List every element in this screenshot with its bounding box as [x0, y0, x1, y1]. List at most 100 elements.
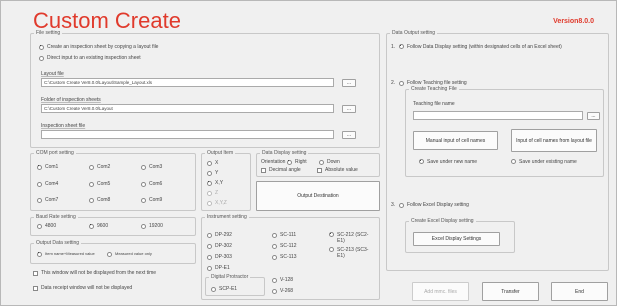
- instrument-option[interactable]: DP-E1: [207, 265, 230, 271]
- save-new-option[interactable]: Save under new name: [419, 159, 489, 165]
- receipt-checkbox[interactable]: [33, 285, 38, 291]
- receipt-option[interactable]: Data receipt window will not be displaye…: [33, 285, 132, 291]
- output-item-radio[interactable]: [207, 190, 212, 196]
- instrument-option[interactable]: DP-302: [207, 243, 232, 249]
- com-port-radio[interactable]: [37, 164, 42, 170]
- decimal-angle-option[interactable]: Decimal angle: [261, 167, 301, 173]
- instrument-radio[interactable]: [272, 243, 277, 249]
- com-port-option[interactable]: Com3: [141, 164, 162, 170]
- com-port-option[interactable]: Com1: [37, 164, 58, 170]
- instrument-radio[interactable]: [207, 232, 212, 238]
- folder-browse-button[interactable]: ...: [342, 105, 356, 113]
- output-item-radio[interactable]: [207, 160, 212, 166]
- v-item-radio[interactable]: [272, 277, 277, 283]
- com-port-option[interactable]: Com8: [89, 197, 110, 203]
- follow-data-display-option[interactable]: Follow Data Display setting (within desi…: [399, 44, 601, 50]
- com-port-radio[interactable]: [37, 181, 42, 187]
- baud-rate-radio[interactable]: [37, 223, 42, 229]
- com-port-option[interactable]: Com7: [37, 197, 58, 203]
- output-item-option[interactable]: X,Y: [207, 180, 223, 186]
- v-item-option[interactable]: V-268: [272, 288, 293, 294]
- save-existing-option[interactable]: Save under existing name: [511, 159, 591, 165]
- output-item-radio[interactable]: [207, 180, 212, 186]
- sheet-file-input[interactable]: [41, 130, 334, 139]
- instrument-radio[interactable]: [272, 232, 277, 238]
- instrument-option[interactable]: SC-212 (SC2-E1): [329, 232, 371, 244]
- com-port-option[interactable]: Com9: [141, 197, 162, 203]
- absolute-value-option[interactable]: Absolute value: [317, 167, 358, 173]
- follow-teaching-radio[interactable]: [399, 80, 404, 86]
- layout-input-button[interactable]: Input of cell names from layout file: [511, 129, 597, 152]
- folder-input[interactable]: C:\Custom Create Ver8.0.0\Layout: [41, 104, 334, 113]
- com-port-radio[interactable]: [37, 197, 42, 203]
- output-item-option[interactable]: X,Y,Z: [207, 200, 227, 206]
- radio-copy-layout[interactable]: Create an inspection sheet by copying a …: [39, 44, 158, 50]
- com-port-option[interactable]: Com6: [141, 181, 162, 187]
- output-data-option[interactable]: Item name+Measured value: [37, 251, 95, 257]
- orientation-right-radio[interactable]: [287, 159, 292, 165]
- v-item-option[interactable]: V-128: [272, 277, 293, 283]
- instrument-radio[interactable]: [207, 265, 212, 271]
- output-item-option[interactable]: Y: [207, 170, 218, 176]
- instrument-option[interactable]: SC-113: [272, 254, 297, 260]
- output-data-radio[interactable]: [37, 251, 42, 257]
- transfer-button[interactable]: Transfer: [482, 282, 539, 301]
- save-new-radio[interactable]: [419, 159, 424, 164]
- output-item-radio[interactable]: [207, 170, 212, 176]
- com-port-radio[interactable]: [89, 197, 94, 203]
- orientation-right-option[interactable]: Right: [287, 159, 307, 165]
- instrument-radio[interactable]: [272, 254, 277, 260]
- instrument-radio[interactable]: [207, 243, 212, 249]
- com-port-radio[interactable]: [141, 181, 146, 187]
- instrument-radio[interactable]: [329, 232, 334, 237]
- com-port-radio[interactable]: [141, 164, 146, 170]
- orientation-down-radio[interactable]: [319, 159, 324, 165]
- instrument-option[interactable]: DP-303: [207, 254, 232, 260]
- baud-rate-radio[interactable]: [141, 223, 146, 229]
- instrument-option[interactable]: DP-292: [207, 232, 232, 238]
- output-data-option[interactable]: Measured value only: [107, 251, 152, 257]
- instrument-option[interactable]: SC-112: [272, 243, 297, 249]
- baud-rate-radio[interactable]: [89, 223, 94, 229]
- excel-display-settings-button[interactable]: Excel Display Settings: [413, 232, 500, 246]
- end-button[interactable]: End: [551, 282, 608, 301]
- com-port-option[interactable]: Com4: [37, 181, 58, 187]
- com-port-radio[interactable]: [89, 164, 94, 170]
- instrument-option[interactable]: SC-111: [272, 232, 296, 238]
- layout-file-input[interactable]: C:\Custom Create Ver8.0.0\Layout\Sample_…: [41, 78, 334, 87]
- absolute-value-checkbox[interactable]: [317, 167, 322, 173]
- instrument-option[interactable]: SC-213 (SC3-E1): [329, 247, 371, 259]
- protractor-option[interactable]: SCP-E1: [211, 286, 237, 292]
- baud-rate-option[interactable]: 19200: [141, 223, 163, 229]
- teaching-name-input[interactable]: [413, 111, 583, 120]
- follow-excel-option[interactable]: Follow Excel Display setting: [399, 202, 469, 208]
- com-port-option[interactable]: Com5: [89, 181, 110, 187]
- not-displayed-checkbox[interactable]: [33, 270, 38, 276]
- instrument-radio[interactable]: [207, 254, 212, 260]
- teaching-name-browse-button[interactable]: ...: [587, 112, 600, 120]
- layout-file-browse-button[interactable]: ...: [342, 79, 356, 87]
- instrument-radio[interactable]: [329, 247, 334, 252]
- sheet-file-browse-button[interactable]: ...: [342, 131, 356, 139]
- decimal-angle-checkbox[interactable]: [261, 167, 266, 173]
- output-data-radio[interactable]: [107, 251, 112, 257]
- baud-rate-option[interactable]: 9600: [89, 223, 108, 229]
- orientation-down-option[interactable]: Down: [319, 159, 340, 165]
- com-port-radio[interactable]: [141, 197, 146, 203]
- output-destination-button[interactable]: Output Destination: [256, 181, 380, 211]
- follow-data-display-radio[interactable]: [399, 44, 404, 49]
- output-item-radio[interactable]: [207, 200, 212, 206]
- com-port-option[interactable]: Com2: [89, 164, 110, 170]
- v-item-radio[interactable]: [272, 288, 277, 294]
- save-existing-radio[interactable]: [511, 159, 516, 164]
- output-item-option[interactable]: Z: [207, 190, 218, 196]
- manual-input-button[interactable]: Manual input of cell names: [413, 131, 498, 150]
- add-files-button[interactable]: Add mmc. files: [412, 282, 469, 301]
- output-item-option[interactable]: X: [207, 160, 218, 166]
- radio-direct-input-dot[interactable]: [39, 55, 44, 61]
- radio-copy-layout-dot[interactable]: [39, 44, 44, 50]
- radio-direct-input[interactable]: Direct input to an existing inspection s…: [39, 55, 141, 61]
- not-displayed-option[interactable]: This window will not be displayed from t…: [33, 270, 156, 276]
- baud-rate-option[interactable]: 4800: [37, 223, 56, 229]
- protractor-radio[interactable]: [211, 286, 216, 292]
